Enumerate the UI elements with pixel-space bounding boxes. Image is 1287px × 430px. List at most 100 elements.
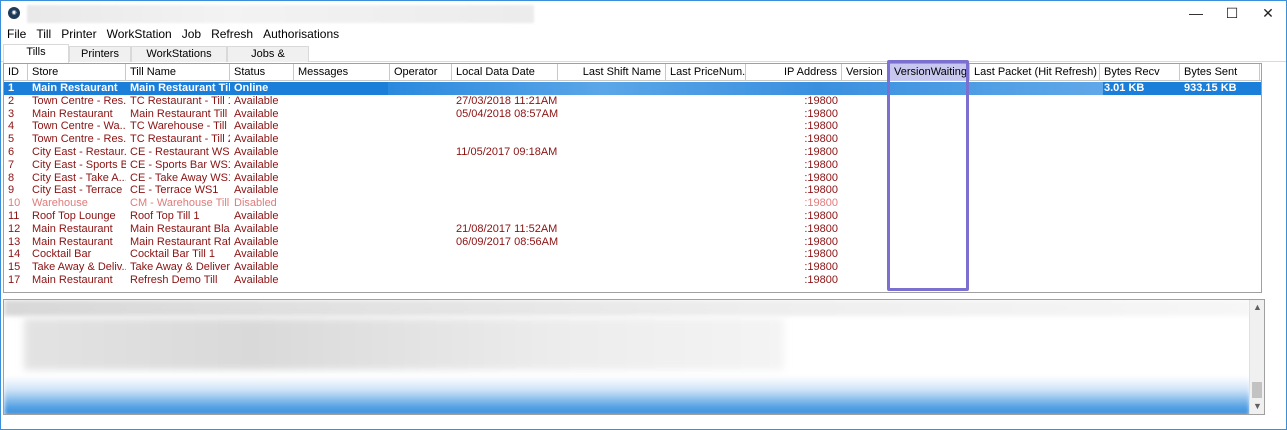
table-row[interactable]: 7 City East - Sports B... CE - Sports Bar … bbox=[4, 159, 1261, 172]
app-logo-icon: ◉ bbox=[8, 7, 20, 19]
cell-store: Warehouse bbox=[32, 197, 88, 210]
table-row[interactable]: 8 City East - Take A... CE - Take Away WS1… bbox=[4, 172, 1261, 185]
table-row[interactable]: 13 Main Restaurant Main Restaurant Raf... A… bbox=[4, 236, 1261, 249]
cell-status: Available bbox=[234, 235, 279, 248]
column-header-store[interactable]: Store bbox=[28, 64, 126, 81]
close-button[interactable]: ✕ bbox=[1245, 1, 1287, 25]
tab-workstations[interactable]: WorkStations (1+1) bbox=[131, 46, 227, 75]
cell-status: Available bbox=[234, 133, 279, 146]
table-row[interactable]: 6 City East - Restaur... CE - Restaurant W… bbox=[4, 146, 1261, 159]
cell-store: Town Centre - Res... bbox=[32, 94, 126, 107]
tab-tills[interactable]: Tills bbox=[3, 44, 69, 63]
tab-jobs-processes[interactable]: Jobs & Processes bbox=[227, 46, 309, 75]
table-row[interactable]: 3 Main Restaurant Main Restaurant Till 2 Av… bbox=[4, 108, 1261, 121]
menu-job[interactable]: Job bbox=[177, 25, 206, 43]
table-row[interactable]: 1 Main Restaurant Main Restaurant Till... O… bbox=[4, 82, 1261, 95]
menu-workstation[interactable]: WorkStation bbox=[102, 25, 177, 43]
cell-ip-address: :19800 bbox=[804, 94, 838, 107]
cell-id: 1 bbox=[8, 82, 15, 94]
cell-ip-address: :19800 bbox=[804, 261, 838, 274]
scroll-thumb[interactable] bbox=[1252, 382, 1262, 398]
table-row[interactable]: 10 Warehouse CM - Warehouse Till 1 Disabled… bbox=[4, 197, 1261, 210]
cell-store: Take Away & Deliv... bbox=[32, 261, 126, 274]
column-header-status[interactable]: Status bbox=[230, 64, 294, 81]
table-row[interactable]: 11 Roof Top Lounge Roof Top Till 1 Availabl… bbox=[4, 210, 1261, 223]
table-row[interactable]: 4 Town Centre - Wa... TC Warehouse - Till … bbox=[4, 120, 1261, 133]
cell-local-data-date bbox=[452, 274, 558, 287]
cell-till-name: TC Warehouse - Till 1 bbox=[130, 120, 230, 133]
scroll-up-icon[interactable]: ▲ bbox=[1250, 300, 1264, 315]
table-row[interactable]: 17 Main Restaurant Refresh Demo Till Availa… bbox=[4, 274, 1261, 287]
cell-local-data-date bbox=[452, 82, 558, 95]
cell-id: 5 bbox=[8, 133, 15, 146]
column-header-messages[interactable]: Messages bbox=[294, 64, 390, 81]
cell-store: Main Restaurant bbox=[32, 82, 118, 94]
cell-bytes-recv bbox=[1100, 197, 1180, 210]
column-header-bytes-recv[interactable]: Bytes Recv bbox=[1100, 64, 1180, 81]
column-header-id[interactable]: ID bbox=[4, 64, 28, 81]
column-header-till-name[interactable]: Till Name bbox=[126, 64, 230, 81]
menu-printer[interactable]: Printer bbox=[56, 25, 101, 43]
cell-ip-address: :19800 bbox=[804, 209, 838, 222]
table-row[interactable]: 12 Main Restaurant Main Restaurant Bla... A… bbox=[4, 223, 1261, 236]
cell-id: 12 bbox=[8, 222, 21, 235]
column-header-ip-address[interactable]: IP Address bbox=[746, 64, 842, 81]
cell-id: 9 bbox=[8, 184, 15, 197]
table-row[interactable]: 5 Town Centre - Res... TC Restaurant - Til… bbox=[4, 133, 1261, 146]
cell-local-data-date bbox=[452, 133, 558, 146]
cell-bytes-sent bbox=[1180, 236, 1260, 249]
log-scrollbar[interactable]: ▲ ▼ bbox=[1249, 300, 1264, 414]
menu-authorisations[interactable]: Authorisations bbox=[258, 25, 344, 43]
cell-bytes-sent bbox=[1180, 223, 1260, 236]
cell-bytes-recv bbox=[1100, 108, 1180, 121]
column-header-local-data-date[interactable]: Local Data Date bbox=[452, 64, 558, 81]
cell-bytes-recv bbox=[1100, 95, 1180, 108]
cell-bytes-sent bbox=[1180, 210, 1260, 223]
scroll-down-icon[interactable]: ▼ bbox=[1250, 399, 1264, 414]
cell-local-data-date bbox=[452, 197, 558, 210]
menu-refresh[interactable]: Refresh bbox=[206, 25, 258, 43]
cell-ip-address: :19800 bbox=[804, 145, 838, 158]
column-header-last-shift-name[interactable]: Last Shift Name bbox=[558, 64, 666, 81]
cell-store: Main Restaurant bbox=[32, 222, 113, 235]
cell-bytes-sent bbox=[1180, 95, 1260, 108]
log-content-redacted bbox=[4, 376, 1250, 414]
tab-printers[interactable]: Printers bbox=[69, 46, 131, 62]
cell-till-name: TC Restaurant - Till 1 bbox=[130, 94, 230, 107]
table-row[interactable]: 9 City East - Terrace CE - Terrace WS1 Avai… bbox=[4, 184, 1261, 197]
column-header-last-pricenum[interactable]: Last PriceNum... bbox=[666, 64, 746, 81]
log-content-redacted bbox=[4, 300, 1250, 316]
cell-bytes-recv bbox=[1100, 223, 1180, 236]
cell-id: 14 bbox=[8, 248, 21, 261]
table-row[interactable]: 14 Cocktail Bar Cocktail Bar Till 1 Availab… bbox=[4, 248, 1261, 261]
cell-till-name: CE - Take Away WS1 bbox=[130, 171, 230, 184]
menu-till[interactable]: Till bbox=[31, 25, 56, 43]
cell-bytes-recv bbox=[1100, 146, 1180, 159]
cell-ip-address: :19800 bbox=[804, 171, 838, 184]
cell-bytes-recv bbox=[1100, 172, 1180, 185]
cell-local-data-date bbox=[452, 210, 558, 223]
cell-local-data-date bbox=[452, 261, 558, 274]
cell-store: Town Centre - Wa... bbox=[32, 120, 126, 133]
cell-till-name: CE - Sports Bar WS1 bbox=[130, 158, 230, 171]
column-header-version[interactable]: Version bbox=[842, 64, 890, 81]
cell-store: City East - Restaur... bbox=[32, 145, 126, 158]
grid-rows: 1 Main Restaurant Main Restaurant Till... O… bbox=[4, 82, 1261, 287]
table-row[interactable]: 2 Town Centre - Res... TC Restaurant - Til… bbox=[4, 95, 1261, 108]
cell-local-data-date bbox=[452, 172, 558, 185]
cell-till-name: Cocktail Bar Till 1 bbox=[130, 248, 215, 261]
column-header-bytes-sent[interactable]: Bytes Sent bbox=[1180, 64, 1260, 81]
menu-file[interactable]: File bbox=[1, 25, 31, 43]
menu-bar: File Till Printer WorkStation Job Refres… bbox=[1, 25, 1286, 43]
column-header-operator[interactable]: Operator bbox=[390, 64, 452, 81]
cell-local-data-date: 27/03/2018 11:21AM bbox=[456, 94, 558, 107]
cell-id: 2 bbox=[8, 94, 15, 107]
table-row[interactable]: 15 Take Away & Deliv... Take Away & Delive… bbox=[4, 261, 1261, 274]
cell-bytes-recv bbox=[1100, 274, 1180, 287]
cell-local-data-date: 05/04/2018 08:57AM bbox=[456, 107, 558, 120]
column-header-version-waiting[interactable]: VersionWaiting bbox=[890, 64, 970, 81]
cell-status: Available bbox=[234, 261, 279, 274]
cell-ip-address: :19800 bbox=[804, 184, 838, 197]
column-header-last-packet[interactable]: Last Packet (Hit Refresh) bbox=[970, 64, 1100, 81]
cell-till-name: CE - Terrace WS1 bbox=[130, 184, 219, 197]
